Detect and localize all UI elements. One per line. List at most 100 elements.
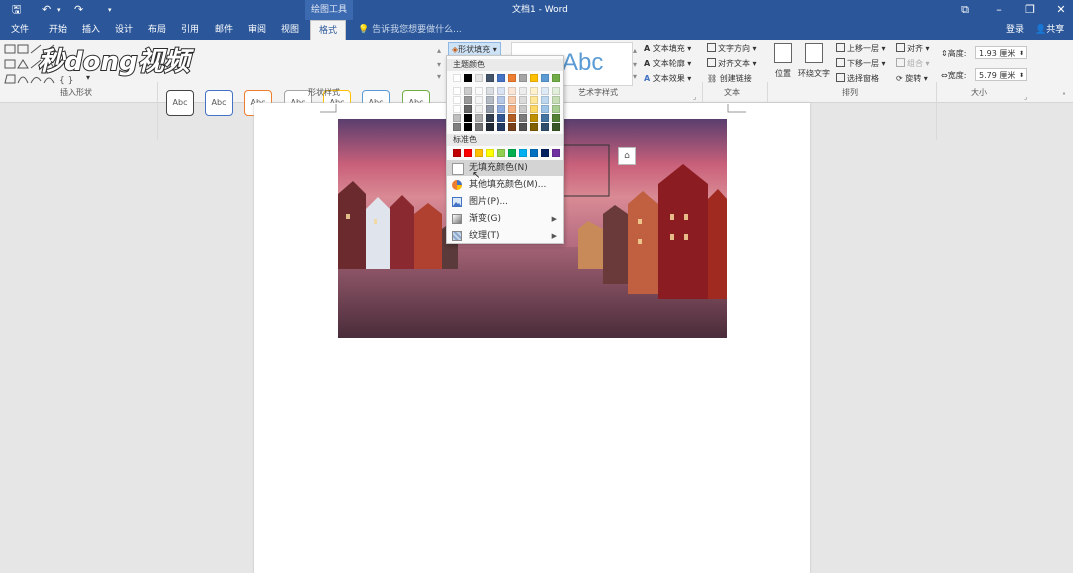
theme-color-swatch[interactable] bbox=[530, 87, 538, 95]
theme-color-swatch[interactable] bbox=[497, 114, 505, 122]
standard-color-swatch[interactable] bbox=[541, 149, 549, 157]
theme-color-swatch[interactable] bbox=[508, 87, 516, 95]
shapes-more-icon[interactable]: ▾ bbox=[86, 73, 90, 82]
theme-color-swatch[interactable] bbox=[530, 74, 538, 82]
texture-fill-item[interactable]: 纹理(T) ▶ bbox=[447, 228, 563, 244]
theme-color-swatch[interactable] bbox=[464, 123, 472, 131]
styles-scroll-down-icon[interactable]: ▾ bbox=[437, 60, 441, 69]
theme-color-swatch[interactable] bbox=[552, 74, 560, 82]
tab-format[interactable]: 格式 bbox=[310, 20, 347, 41]
theme-color-swatch[interactable] bbox=[497, 74, 505, 82]
theme-color-swatch[interactable] bbox=[552, 96, 560, 104]
wrap-text-button[interactable]: 环绕文字 bbox=[796, 43, 832, 79]
theme-color-swatch[interactable] bbox=[453, 74, 461, 82]
wordart-more-icon[interactable]: ▾ bbox=[633, 72, 637, 81]
theme-color-swatch[interactable] bbox=[453, 87, 461, 95]
standard-color-swatch[interactable] bbox=[453, 149, 461, 157]
width-spinner-icon[interactable]: ⬍ bbox=[1019, 69, 1024, 82]
theme-color-swatch[interactable] bbox=[541, 74, 549, 82]
theme-color-swatch[interactable] bbox=[519, 114, 527, 122]
theme-color-swatch[interactable] bbox=[486, 123, 494, 131]
standard-color-swatch[interactable] bbox=[464, 149, 472, 157]
undo-icon[interactable]: ↶ bbox=[42, 0, 51, 20]
tab-design[interactable]: 设计 bbox=[115, 20, 133, 40]
close-icon[interactable]: ✕ bbox=[1047, 0, 1073, 20]
theme-color-swatch[interactable] bbox=[475, 74, 483, 82]
theme-color-swatch[interactable] bbox=[486, 114, 494, 122]
theme-color-swatch[interactable] bbox=[530, 114, 538, 122]
standard-color-swatch[interactable] bbox=[475, 149, 483, 157]
rotate-button[interactable]: ⟳ 旋转 ▾ bbox=[896, 73, 928, 84]
theme-color-swatch[interactable] bbox=[475, 114, 483, 122]
theme-color-swatch[interactable] bbox=[486, 74, 494, 82]
theme-color-swatch[interactable] bbox=[541, 96, 549, 104]
create-link-button[interactable]: ⛓ 创建链接 bbox=[707, 73, 752, 84]
minimize-icon[interactable]: – bbox=[985, 0, 1013, 20]
theme-color-swatch[interactable] bbox=[453, 114, 461, 122]
wordart-scroll-up-icon[interactable]: ▴ bbox=[633, 46, 637, 55]
gradient-fill-item[interactable]: 渐变(G) ▶ bbox=[447, 211, 563, 227]
theme-color-swatch[interactable] bbox=[508, 114, 516, 122]
theme-color-swatch[interactable] bbox=[486, 105, 494, 113]
theme-color-swatch[interactable] bbox=[519, 87, 527, 95]
styles-more-icon[interactable]: ▾ bbox=[437, 72, 441, 81]
theme-color-swatch[interactable] bbox=[464, 74, 472, 82]
undo-dropdown-icon[interactable]: ▾ bbox=[57, 0, 61, 20]
tab-layout[interactable]: 布局 bbox=[148, 20, 166, 40]
shape-style-blue[interactable]: Abc bbox=[205, 90, 233, 116]
theme-color-swatch[interactable] bbox=[519, 123, 527, 131]
theme-color-swatch[interactable] bbox=[552, 105, 560, 113]
text-fill-button[interactable]: A 文本填充 ▾ bbox=[644, 43, 691, 54]
width-input[interactable]: 5.79 厘米 ⬍ bbox=[975, 68, 1027, 81]
theme-color-swatch[interactable] bbox=[486, 96, 494, 104]
text-effects-button[interactable]: A 文本效果 ▾ bbox=[644, 73, 691, 84]
wordart-scroll-down-icon[interactable]: ▾ bbox=[633, 60, 637, 69]
tab-file[interactable]: 文件 bbox=[11, 20, 29, 40]
collapse-ribbon-icon[interactable]: ˄ bbox=[1062, 92, 1066, 101]
theme-color-swatch[interactable] bbox=[475, 96, 483, 104]
align-text-button[interactable]: 对齐文本 ▾ bbox=[707, 58, 757, 69]
theme-color-swatch[interactable] bbox=[497, 105, 505, 113]
theme-color-swatch[interactable] bbox=[541, 87, 549, 95]
tell-me-search[interactable]: 💡 告诉我您想要做什么... bbox=[358, 20, 462, 40]
bring-forward-button[interactable]: 上移一层 ▾ bbox=[836, 43, 886, 54]
theme-color-swatch[interactable] bbox=[519, 74, 527, 82]
tab-references[interactable]: 引用 bbox=[181, 20, 199, 40]
theme-color-swatch[interactable] bbox=[497, 87, 505, 95]
layout-options-icon[interactable]: ⌂ bbox=[618, 147, 636, 165]
theme-color-swatch[interactable] bbox=[552, 123, 560, 131]
theme-color-swatch[interactable] bbox=[530, 96, 538, 104]
shape-style-black[interactable]: Abc bbox=[166, 90, 194, 116]
size-dialog-launcher-icon[interactable]: ⌟ bbox=[1024, 93, 1027, 101]
send-backward-button[interactable]: 下移一层 ▾ bbox=[836, 58, 886, 69]
share-button[interactable]: 👤共享 bbox=[1035, 20, 1064, 40]
text-direction-button[interactable]: 文字方向 ▾ bbox=[707, 43, 757, 54]
standard-color-swatch[interactable] bbox=[497, 149, 505, 157]
theme-color-swatch[interactable] bbox=[464, 87, 472, 95]
tab-view[interactable]: 视图 bbox=[281, 20, 299, 40]
styles-scroll-up-icon[interactable]: ▴ bbox=[437, 46, 441, 55]
theme-color-swatch[interactable] bbox=[552, 87, 560, 95]
theme-color-swatch[interactable] bbox=[508, 74, 516, 82]
theme-color-swatch[interactable] bbox=[530, 123, 538, 131]
ribbon-display-options-icon[interactable]: ⧉ bbox=[951, 0, 979, 20]
group-button[interactable]: 组合 ▾ bbox=[896, 58, 930, 69]
theme-color-swatch[interactable] bbox=[519, 96, 527, 104]
theme-color-swatch[interactable] bbox=[541, 114, 549, 122]
theme-color-swatch[interactable] bbox=[508, 96, 516, 104]
more-fill-colors-item[interactable]: 其他填充颜色(M)... bbox=[447, 177, 563, 193]
restore-icon[interactable]: ❐ bbox=[1016, 0, 1044, 20]
customize-qat-icon[interactable]: ▾ bbox=[108, 0, 112, 20]
theme-color-swatch[interactable] bbox=[475, 105, 483, 113]
theme-color-swatch[interactable] bbox=[464, 96, 472, 104]
standard-color-swatch[interactable] bbox=[519, 149, 527, 157]
align-button[interactable]: 对齐 ▾ bbox=[896, 43, 930, 54]
sign-in-link[interactable]: 登录 bbox=[1006, 20, 1024, 40]
theme-color-swatch[interactable] bbox=[497, 123, 505, 131]
wordart-sample-blue[interactable]: Abc bbox=[562, 49, 603, 77]
save-icon[interactable]: 🖫 bbox=[12, 0, 21, 20]
theme-color-swatch[interactable] bbox=[486, 87, 494, 95]
picture-fill-item[interactable]: 图片(P)... bbox=[447, 194, 563, 210]
theme-color-swatch[interactable] bbox=[475, 123, 483, 131]
no-fill-color-item[interactable]: 无填充颜色(N) bbox=[447, 160, 563, 176]
